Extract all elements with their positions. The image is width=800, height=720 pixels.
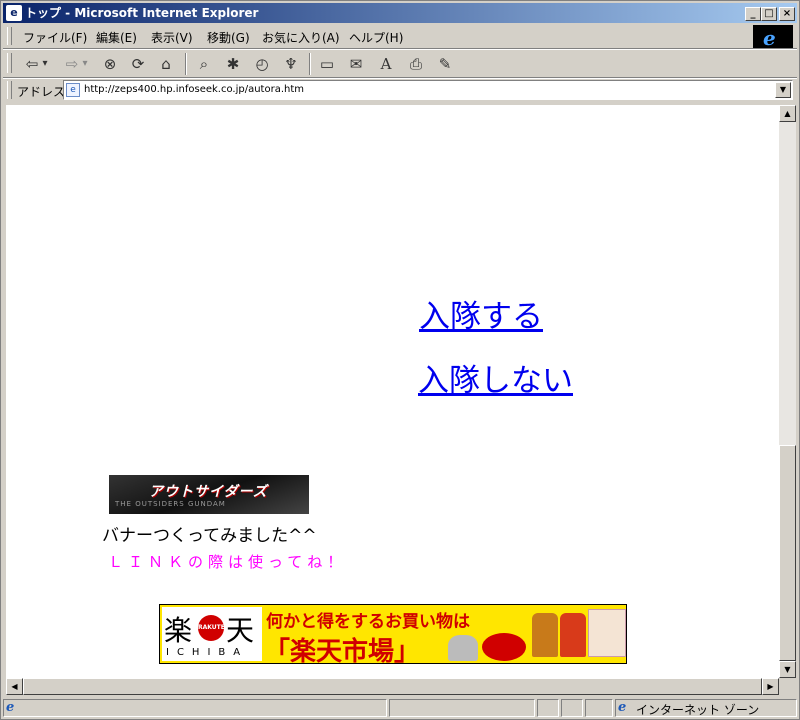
- not-join-link[interactable]: 入隊しない: [418, 355, 573, 400]
- page-status-icon: e: [6, 700, 15, 715]
- address-grip[interactable]: [7, 81, 12, 99]
- bed-image: [588, 609, 626, 657]
- history-icon[interactable]: ◴: [251, 53, 273, 75]
- menu-go[interactable]: 移動(G): [207, 29, 250, 46]
- menu-favorites[interactable]: お気に入り(A): [262, 29, 340, 46]
- channels-icon[interactable]: ♆: [280, 53, 302, 75]
- zone-label: インターネット ゾーン: [636, 703, 760, 717]
- browser-window: e トップ - Microsoft Internet Explorer _ □ …: [0, 0, 800, 720]
- status-bar: e e インターネット ゾーン: [3, 697, 797, 719]
- kettle-image: [448, 635, 478, 661]
- outsiders-banner-subtitle: THE OUTSIDERS GUNDAM: [115, 500, 226, 508]
- fullscreen-icon[interactable]: ▭: [316, 53, 338, 75]
- chair-image: [560, 613, 586, 657]
- address-input[interactable]: e http://zeps400.hp.infoseek.co.jp/autor…: [63, 80, 793, 100]
- forward-dropdown-icon[interactable]: ▾: [79, 53, 91, 75]
- rakuten-main-text: 「楽天市場」: [264, 637, 421, 664]
- status-panel: [585, 699, 613, 717]
- rakuten-logo: 楽 RAKUTEN 天 ICHIBA: [162, 607, 262, 661]
- title-bar: e トップ - Microsoft Internet Explorer _ □ …: [3, 3, 797, 23]
- status-panel: [561, 699, 583, 717]
- menu-edit[interactable]: 編集(E): [96, 29, 137, 46]
- menu-help[interactable]: ヘルプ(H): [349, 29, 403, 46]
- vertical-scroll-thumb[interactable]: [779, 445, 796, 661]
- menu-bar: ファイル(F) 編集(E) 表示(V) 移動(G) お気に入り(A) ヘルプ(H…: [3, 25, 751, 47]
- edit-icon[interactable]: ✎: [434, 53, 456, 75]
- status-panel: [537, 699, 559, 717]
- scroll-corner: [779, 678, 796, 695]
- scroll-down-icon[interactable]: ▼: [779, 661, 796, 678]
- favorites-icon[interactable]: ✱: [222, 53, 244, 75]
- scroll-up-icon[interactable]: ▲: [779, 105, 796, 122]
- rakuten-banner[interactable]: 楽 RAKUTEN 天 ICHIBA 何かと得をするお買い物は 「楽天市場」: [159, 604, 627, 664]
- stop-icon[interactable]: ⊗: [99, 53, 121, 75]
- toolbar-separator: [309, 53, 311, 75]
- rakuten-logo-right: 天: [226, 614, 255, 647]
- rakuten-logo-sub: ICHIBA: [166, 647, 249, 658]
- window-title: トップ - Microsoft Internet Explorer: [25, 6, 259, 20]
- refresh-icon[interactable]: ⟳: [127, 53, 149, 75]
- chair-image: [532, 613, 558, 657]
- address-bar: アドレス e http://zeps400.hp.infoseek.co.jp/…: [3, 79, 797, 101]
- ie-logo-icon: e: [763, 26, 776, 50]
- chevron-down-icon[interactable]: ▼: [775, 82, 791, 98]
- back-dropdown-icon[interactable]: ▾: [39, 53, 51, 75]
- address-url[interactable]: http://zeps400.hp.infoseek.co.jp/autora.…: [84, 84, 304, 95]
- banner-caption: バナーつくってみました^^: [102, 526, 317, 546]
- outsiders-banner-title: アウトサイダーズ: [149, 484, 268, 500]
- toolbar-grip[interactable]: [7, 53, 12, 73]
- join-link[interactable]: 入隊する: [419, 291, 543, 336]
- internet-zone-icon: e: [618, 700, 627, 715]
- ie-page-icon[interactable]: e: [6, 5, 22, 21]
- rakuten-tagline: 何かと得をするお買い物は: [266, 612, 470, 632]
- horizontal-scroll-thumb[interactable]: [23, 678, 762, 695]
- close-button[interactable]: ×: [779, 7, 795, 21]
- page-icon: e: [66, 83, 80, 97]
- address-label: アドレス: [17, 85, 66, 99]
- pot-image: [482, 633, 526, 661]
- link-note: ＬＩＮＫの際は使ってね！: [108, 553, 348, 571]
- maximize-button[interactable]: □: [761, 7, 777, 21]
- status-panel: [389, 699, 535, 717]
- menu-view[interactable]: 表示(V): [151, 29, 193, 46]
- mail-icon[interactable]: ✉: [345, 53, 367, 75]
- page-content: 入隊する 入隊しない アウトサイダーズ THE OUTSIDERS GUNDAM…: [6, 105, 779, 678]
- scroll-left-icon[interactable]: ◀: [6, 678, 23, 695]
- print-icon[interactable]: ⎙: [405, 53, 427, 75]
- rakuten-logo-dot: RAKUTEN: [198, 615, 230, 641]
- status-text-panel: e: [3, 699, 387, 717]
- horizontal-scrollbar[interactable]: ◀ ▶: [6, 678, 779, 695]
- rakuten-logo-left: 楽: [164, 614, 193, 647]
- standard-toolbar: ⇦ ▾ ⇨ ▾ ⊗ ⟳ ⌂ ⌕ ✱ ◴ ♆ ▭ ✉ A ⎙ ✎: [3, 50, 797, 77]
- outsiders-banner[interactable]: アウトサイダーズ THE OUTSIDERS GUNDAM: [109, 475, 309, 514]
- vertical-scrollbar[interactable]: ▲ ▼: [779, 105, 796, 678]
- menu-grip[interactable]: [7, 27, 12, 45]
- search-icon[interactable]: ⌕: [193, 53, 215, 75]
- home-icon[interactable]: ⌂: [155, 53, 177, 75]
- ie-throbber: e: [753, 25, 793, 50]
- menu-file[interactable]: ファイル(F): [23, 29, 87, 46]
- toolbar-separator: [185, 53, 187, 75]
- security-zone-panel: e インターネット ゾーン: [615, 699, 797, 717]
- scroll-right-icon[interactable]: ▶: [762, 678, 779, 695]
- minimize-button[interactable]: _: [745, 7, 761, 21]
- font-icon[interactable]: A: [375, 53, 397, 75]
